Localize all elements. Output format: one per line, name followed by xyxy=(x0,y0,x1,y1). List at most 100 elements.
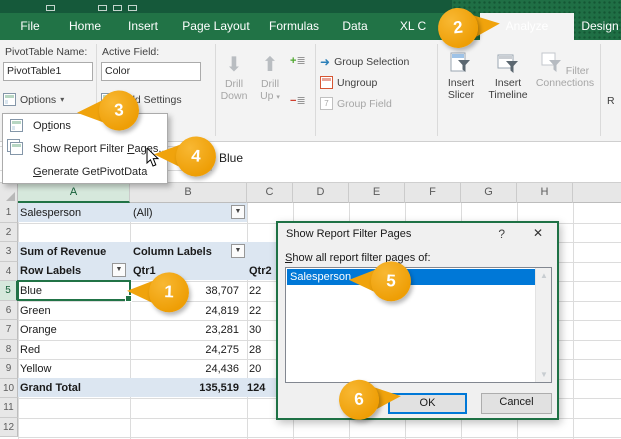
insert-timeline-button[interactable]: InsertTimeline xyxy=(484,52,532,101)
gridline xyxy=(130,203,131,439)
qat-save-icon[interactable] xyxy=(46,5,55,11)
chevron-down-icon: ▾ xyxy=(60,95,64,104)
listbox-scrollbar[interactable]: ▲ ▼ xyxy=(535,268,551,382)
help-icon[interactable]: ? xyxy=(498,227,505,241)
ungroup-button[interactable]: Ungroup xyxy=(320,73,377,92)
report-filter-dropdown-button[interactable]: ▼ xyxy=(231,205,245,219)
pivot-qtr2-value[interactable]: 30 xyxy=(249,323,261,337)
pivot-row-label[interactable]: Orange xyxy=(20,323,57,337)
row-header-1[interactable]: 1 xyxy=(0,203,18,223)
cell-c4[interactable]: Qtr2 xyxy=(249,264,272,278)
qat-custom-icon[interactable] xyxy=(128,5,137,11)
column-header-c[interactable]: C xyxy=(247,183,293,203)
formula-bar-value[interactable]: Blue xyxy=(219,151,243,165)
pivottable-options-icon xyxy=(3,93,16,106)
pivot-row-label[interactable]: Red xyxy=(20,343,40,357)
row-header-4[interactable]: 4 xyxy=(0,262,18,282)
insert-slicer-button[interactable]: InsertSlicer xyxy=(440,52,482,101)
row-header-8[interactable]: 8 xyxy=(0,340,18,360)
row-header-5[interactable]: 5 xyxy=(0,281,18,301)
cell-a4[interactable]: Row Labels xyxy=(20,264,81,278)
cell-b1[interactable]: (All) xyxy=(133,206,153,220)
excel-window: File Home Insert Page Layout Formulas Da… xyxy=(0,0,621,439)
drill-up-button[interactable]: ⬆ Drill Up ▾ xyxy=(252,52,288,104)
insert-slicer-icon xyxy=(450,52,472,74)
column-header-a[interactable]: A xyxy=(18,183,130,203)
report-filter-pages-menu-icon xyxy=(10,142,23,155)
row-labels-dropdown-button[interactable]: ▼ xyxy=(112,263,126,277)
selected-cell-outline[interactable] xyxy=(17,280,131,301)
pivottable-name-input[interactable]: PivotTable1 xyxy=(3,62,93,81)
cell-a3[interactable]: Sum of Revenue xyxy=(20,245,106,259)
pivot-row-label[interactable]: Green xyxy=(20,304,51,318)
filter-fields-listbox[interactable]: Salesperson ▲ ▼ xyxy=(285,267,552,383)
pivot-qtr2-value[interactable]: 28 xyxy=(249,343,261,357)
cell-b3[interactable]: Column Labels xyxy=(133,245,212,259)
tab-design[interactable]: Design xyxy=(578,13,621,40)
pivot-qtr1-value[interactable]: 24,436 xyxy=(130,362,243,376)
row-header-6[interactable]: 6 xyxy=(0,301,18,321)
row-header-10[interactable]: 10 xyxy=(0,379,18,399)
qat-undo-icon[interactable] xyxy=(98,5,107,11)
cell-a1[interactable]: Salesperson xyxy=(20,206,81,220)
tab-file[interactable]: File xyxy=(8,13,52,40)
refresh-button-partial[interactable]: R xyxy=(607,95,615,107)
collapse-field-button[interactable]: −≣ xyxy=(290,96,305,107)
column-labels-dropdown-button[interactable]: ▼ xyxy=(231,244,245,258)
pivot-qtr1-value[interactable]: 23,281 xyxy=(130,323,243,337)
active-field-label: Active Field: xyxy=(102,46,159,58)
menu-item-generate-getpivotdata[interactable]: Generate GetPivotData xyxy=(3,161,167,184)
gridline xyxy=(18,437,621,438)
callout-pin-3: 3 xyxy=(76,88,144,133)
chevron-down-icon: ▾ xyxy=(276,94,280,101)
group-field-button[interactable]: 7 Group Field xyxy=(320,94,392,113)
options-split-button[interactable]: Options ▾ xyxy=(3,90,64,109)
column-header-e[interactable]: E xyxy=(349,183,405,203)
select-all-button[interactable] xyxy=(0,183,18,203)
cancel-button[interactable]: Cancel xyxy=(481,393,552,414)
callout-pin-4: 4 xyxy=(153,133,221,178)
pivot-row-label[interactable]: Yellow xyxy=(20,362,51,376)
row-header-7[interactable]: 7 xyxy=(0,320,18,340)
row-header-3[interactable]: 3 xyxy=(0,242,18,262)
cell-c10[interactable]: 124 xyxy=(247,381,265,395)
pivot-qtr2-value[interactable]: 20 xyxy=(249,362,261,376)
close-icon[interactable]: ✕ xyxy=(533,226,543,240)
callout-pin-1: 1 xyxy=(126,270,193,314)
group-field-icon: 7 xyxy=(320,97,333,110)
title-bar xyxy=(0,0,452,13)
dialog-title: Show Report Filter Pages xyxy=(286,228,411,240)
tab-insert[interactable]: Insert xyxy=(120,13,166,40)
column-header-h[interactable]: H xyxy=(517,183,573,203)
active-field-input[interactable]: Color xyxy=(101,62,201,81)
column-header-g[interactable]: G xyxy=(461,183,517,203)
scroll-down-icon[interactable]: ▼ xyxy=(536,367,552,382)
cell-b10[interactable]: 135,519 xyxy=(130,381,243,395)
tab-page-layout[interactable]: Page Layout xyxy=(178,13,254,40)
callout-pin-6: 6 xyxy=(333,375,402,423)
tab-home[interactable]: Home xyxy=(62,13,108,40)
group-selection-button[interactable]: ➜ Group Selection xyxy=(320,52,409,71)
insert-timeline-icon xyxy=(497,52,519,74)
qat-redo-icon[interactable] xyxy=(113,5,122,11)
row-header-2[interactable]: 2 xyxy=(0,223,18,243)
column-header-d[interactable]: D xyxy=(293,183,349,203)
column-header-b[interactable]: B xyxy=(130,183,247,203)
drill-down-button[interactable]: ⬇ Drill Down xyxy=(216,52,252,102)
options-menu-icon xyxy=(10,119,23,132)
tab-formulas[interactable]: Formulas xyxy=(264,13,324,40)
filter-connections-button[interactable]: FilterConnections xyxy=(534,52,596,89)
pivot-qtr1-value[interactable]: 24,275 xyxy=(130,343,243,357)
pivot-qtr2-value[interactable]: 22 xyxy=(249,304,261,318)
column-header-f[interactable]: F xyxy=(405,183,461,203)
menu-item-show-report-filter-pages[interactable]: Show Report Filter Pages... xyxy=(3,138,167,161)
row-header-9[interactable]: 9 xyxy=(0,359,18,379)
cell-a10[interactable]: Grand Total xyxy=(20,381,81,395)
ungroup-icon xyxy=(320,76,333,89)
pivot-qtr2-value[interactable]: 22 xyxy=(249,284,261,298)
tab-data[interactable]: Data xyxy=(334,13,376,40)
expand-field-button[interactable]: +≣ xyxy=(290,56,305,67)
row-header-11[interactable]: 11 xyxy=(0,398,18,418)
scroll-up-icon[interactable]: ▲ xyxy=(536,268,552,283)
row-header-12[interactable]: 12 xyxy=(0,418,18,438)
